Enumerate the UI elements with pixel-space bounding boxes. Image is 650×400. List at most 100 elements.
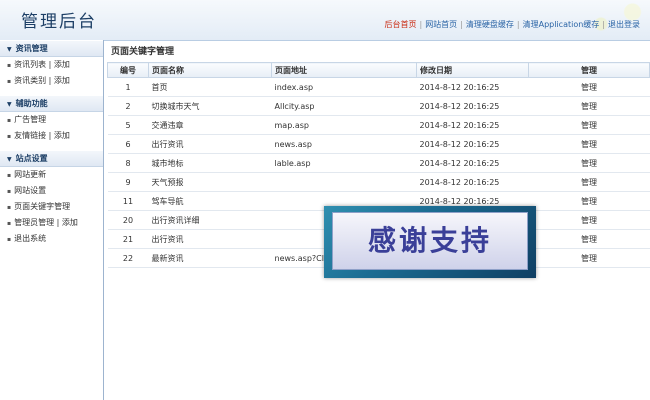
sidebar-item-exit[interactable]: ▪ 退出系统 — [0, 231, 103, 247]
table-header-row: 编号 页面名称 页面地址 修改日期 管理 — [107, 62, 650, 78]
thanks-banner: 感谢支持 — [324, 206, 536, 278]
sidebar-item-site-settings[interactable]: ▪ 网站设置 — [0, 183, 103, 199]
sidebar-group-header[interactable]: ▼ 辅助功能 — [0, 95, 103, 112]
cell-page-name: 天气预报 — [148, 172, 272, 192]
cell-manage-link[interactable]: 管理 — [528, 115, 650, 135]
column-header-id: 编号 — [107, 62, 149, 78]
sidebar-group-header[interactable]: ▼ 站点设置 — [0, 150, 103, 167]
nav-clear-app-cache[interactable]: 清理Application缓存 — [523, 20, 600, 29]
column-header-page-url: 页面地址 — [271, 62, 417, 78]
table-row: 8 城市地标 lable.asp 2014-8-12 20:16:25 管理 — [107, 153, 650, 173]
cell-modified: 2014-8-12 20:16:25 — [416, 134, 529, 154]
cell-id: 2 — [107, 96, 149, 116]
sidebar-item-label[interactable]: 网站更新 — [14, 170, 46, 179]
cell-modified: 2014-8-12 20:16:25 — [416, 77, 529, 97]
bullet-icon: ▪ — [7, 62, 12, 69]
cell-modified: 2014-8-12 20:16:25 — [416, 172, 529, 192]
cell-page-url: lable.asp — [271, 153, 417, 173]
cell-id: 21 — [107, 229, 149, 249]
cell-modified: 2014-8-12 20:16:25 — [416, 153, 529, 173]
cell-id: 11 — [107, 191, 149, 211]
nav-clear-disk-cache[interactable]: 清理硬盘缓存 — [466, 20, 514, 29]
cell-id: 22 — [107, 248, 149, 268]
bullet-icon: ▪ — [7, 117, 12, 124]
cell-manage-link[interactable]: 管理 — [528, 153, 650, 173]
cell-page-name: 首页 — [148, 77, 272, 97]
table-row: 5 交通违章 map.asp 2014-8-12 20:16:25 管理 — [107, 115, 650, 135]
cell-modified: 2014-8-12 20:16:25 — [416, 115, 529, 135]
thanks-banner-text: 感谢支持 — [332, 212, 528, 270]
sidebar-item-news-category[interactable]: ▪ 资讯类别 | 添加 — [0, 73, 103, 89]
cell-id: 20 — [107, 210, 149, 230]
header: 管理后台 后台首页 | 网站首页 | 清理硬盘缓存 | 清理Application缓存 | 退出… — [0, 0, 650, 41]
cell-page-url: index.asp — [271, 77, 417, 97]
column-header-manage: 管理 — [528, 62, 650, 78]
cell-manage-link[interactable]: 管理 — [528, 229, 650, 249]
cell-id: 5 — [107, 115, 149, 135]
sidebar-group-news: ▼ 资讯管理 ▪ 资讯列表 | 添加 ▪ 资讯类别 | 添加 — [0, 40, 103, 91]
nav-separator: | — [602, 20, 605, 29]
nav-admin-home[interactable]: 后台首页 — [384, 20, 416, 29]
sidebar-item-label[interactable]: 管理员管理 | 添加 — [14, 218, 78, 227]
cell-id: 6 — [107, 134, 149, 154]
column-header-page-name: 页面名称 — [148, 62, 272, 78]
bullet-icon: ▪ — [7, 78, 12, 85]
sidebar-group-title: 站点设置 — [15, 154, 48, 163]
sidebar-item-label[interactable]: 资讯类别 | 添加 — [14, 76, 70, 85]
nav-separator: | — [516, 20, 520, 29]
triangle-down-icon: ▼ — [7, 101, 12, 108]
sidebar-item-site-update[interactable]: ▪ 网站更新 — [0, 167, 103, 183]
sidebar-group-title: 辅助功能 — [15, 99, 48, 108]
app-title: 管理后台 — [21, 12, 97, 32]
nav-separator: | — [419, 20, 423, 29]
bullet-icon: ▪ — [7, 188, 12, 195]
column-header-modified: 修改日期 — [416, 62, 529, 78]
bullet-icon: ▪ — [7, 172, 12, 179]
sidebar-item-label[interactable]: 网站设置 — [14, 186, 46, 195]
sidebar-item-admins[interactable]: ▪ 管理员管理 | 添加 — [0, 215, 103, 231]
sidebar-group-site: ▼ 站点设置 ▪ 网站更新 ▪ 网站设置 ▪ 页面关键字管理 ▪ 管理员管理 | 添加 ▪… — [0, 150, 103, 249]
sidebar-item-news-list[interactable]: ▪ 资讯列表 | 添加 — [0, 57, 103, 73]
cell-page-name: 出行资讯 — [148, 134, 272, 154]
sidebar-item-label[interactable]: 页面关键字管理 — [14, 202, 70, 211]
cell-page-url: news.asp — [271, 134, 417, 154]
sidebar-item-ads[interactable]: ▪ 广告管理 — [0, 112, 103, 128]
sidebar: ▼ 资讯管理 ▪ 资讯列表 | 添加 ▪ 资讯类别 | 添加 ▼ 辅助功能 ▪ 广告管理 … — [0, 40, 104, 400]
table-row: 2 切换城市天气 Allcity.asp 2014-8-12 20:16:25 管理 — [107, 96, 650, 116]
table-row: 9 天气预报 2014-8-12 20:16:25 管理 — [107, 172, 650, 192]
cell-page-name: 切换城市天气 — [148, 96, 272, 116]
sidebar-group-header[interactable]: ▼ 资讯管理 — [0, 40, 103, 57]
bullet-icon: ▪ — [7, 236, 12, 243]
cell-manage-link[interactable]: 管理 — [528, 248, 650, 268]
sidebar-item-label[interactable]: 资讯列表 | 添加 — [14, 60, 70, 69]
triangle-down-icon: ▼ — [7, 156, 12, 163]
sidebar-item-keywords[interactable]: ▪ 页面关键字管理 — [0, 199, 103, 215]
cell-manage-link[interactable]: 管理 — [528, 191, 650, 211]
sidebar-item-label[interactable]: 广告管理 — [14, 115, 46, 124]
cell-manage-link[interactable]: 管理 — [528, 96, 650, 116]
cell-page-url: map.asp — [271, 115, 417, 135]
cell-page-name: 最新资讯 — [148, 248, 272, 268]
sidebar-item-links[interactable]: ▪ 友情链接 | 添加 — [0, 128, 103, 144]
nav-separator: | — [460, 20, 463, 29]
cell-id: 8 — [107, 153, 149, 173]
sidebar-group-title: 资讯管理 — [15, 44, 48, 53]
cell-manage-link[interactable]: 管理 — [528, 172, 650, 192]
sidebar-item-label[interactable]: 退出系统 — [14, 234, 46, 243]
nav-logout[interactable]: 退出登录 — [608, 20, 640, 29]
cell-manage-link[interactable]: 管理 — [528, 77, 650, 97]
table-row: 1 首页 index.asp 2014-8-12 20:16:25 管理 — [107, 77, 650, 97]
top-nav: 后台首页 | 网站首页 | 清理硬盘缓存 | 清理Application缓存 | 退出登录 — [384, 19, 640, 30]
cell-page-name: 交通违章 — [148, 115, 272, 135]
nav-site-home[interactable]: 网站首页 — [425, 20, 457, 29]
cell-page-url: Allcity.asp — [271, 96, 417, 116]
bullet-icon: ▪ — [7, 133, 12, 140]
cell-page-name: 出行资讯 — [148, 229, 272, 249]
cell-manage-link[interactable]: 管理 — [528, 210, 650, 230]
cell-id: 9 — [107, 172, 149, 192]
cell-modified: 2014-8-12 20:16:25 — [416, 96, 529, 116]
cell-id: 1 — [107, 77, 149, 97]
cell-page-name: 驾车导航 — [148, 191, 272, 211]
cell-manage-link[interactable]: 管理 — [528, 134, 650, 154]
sidebar-item-label[interactable]: 友情链接 | 添加 — [14, 131, 70, 140]
